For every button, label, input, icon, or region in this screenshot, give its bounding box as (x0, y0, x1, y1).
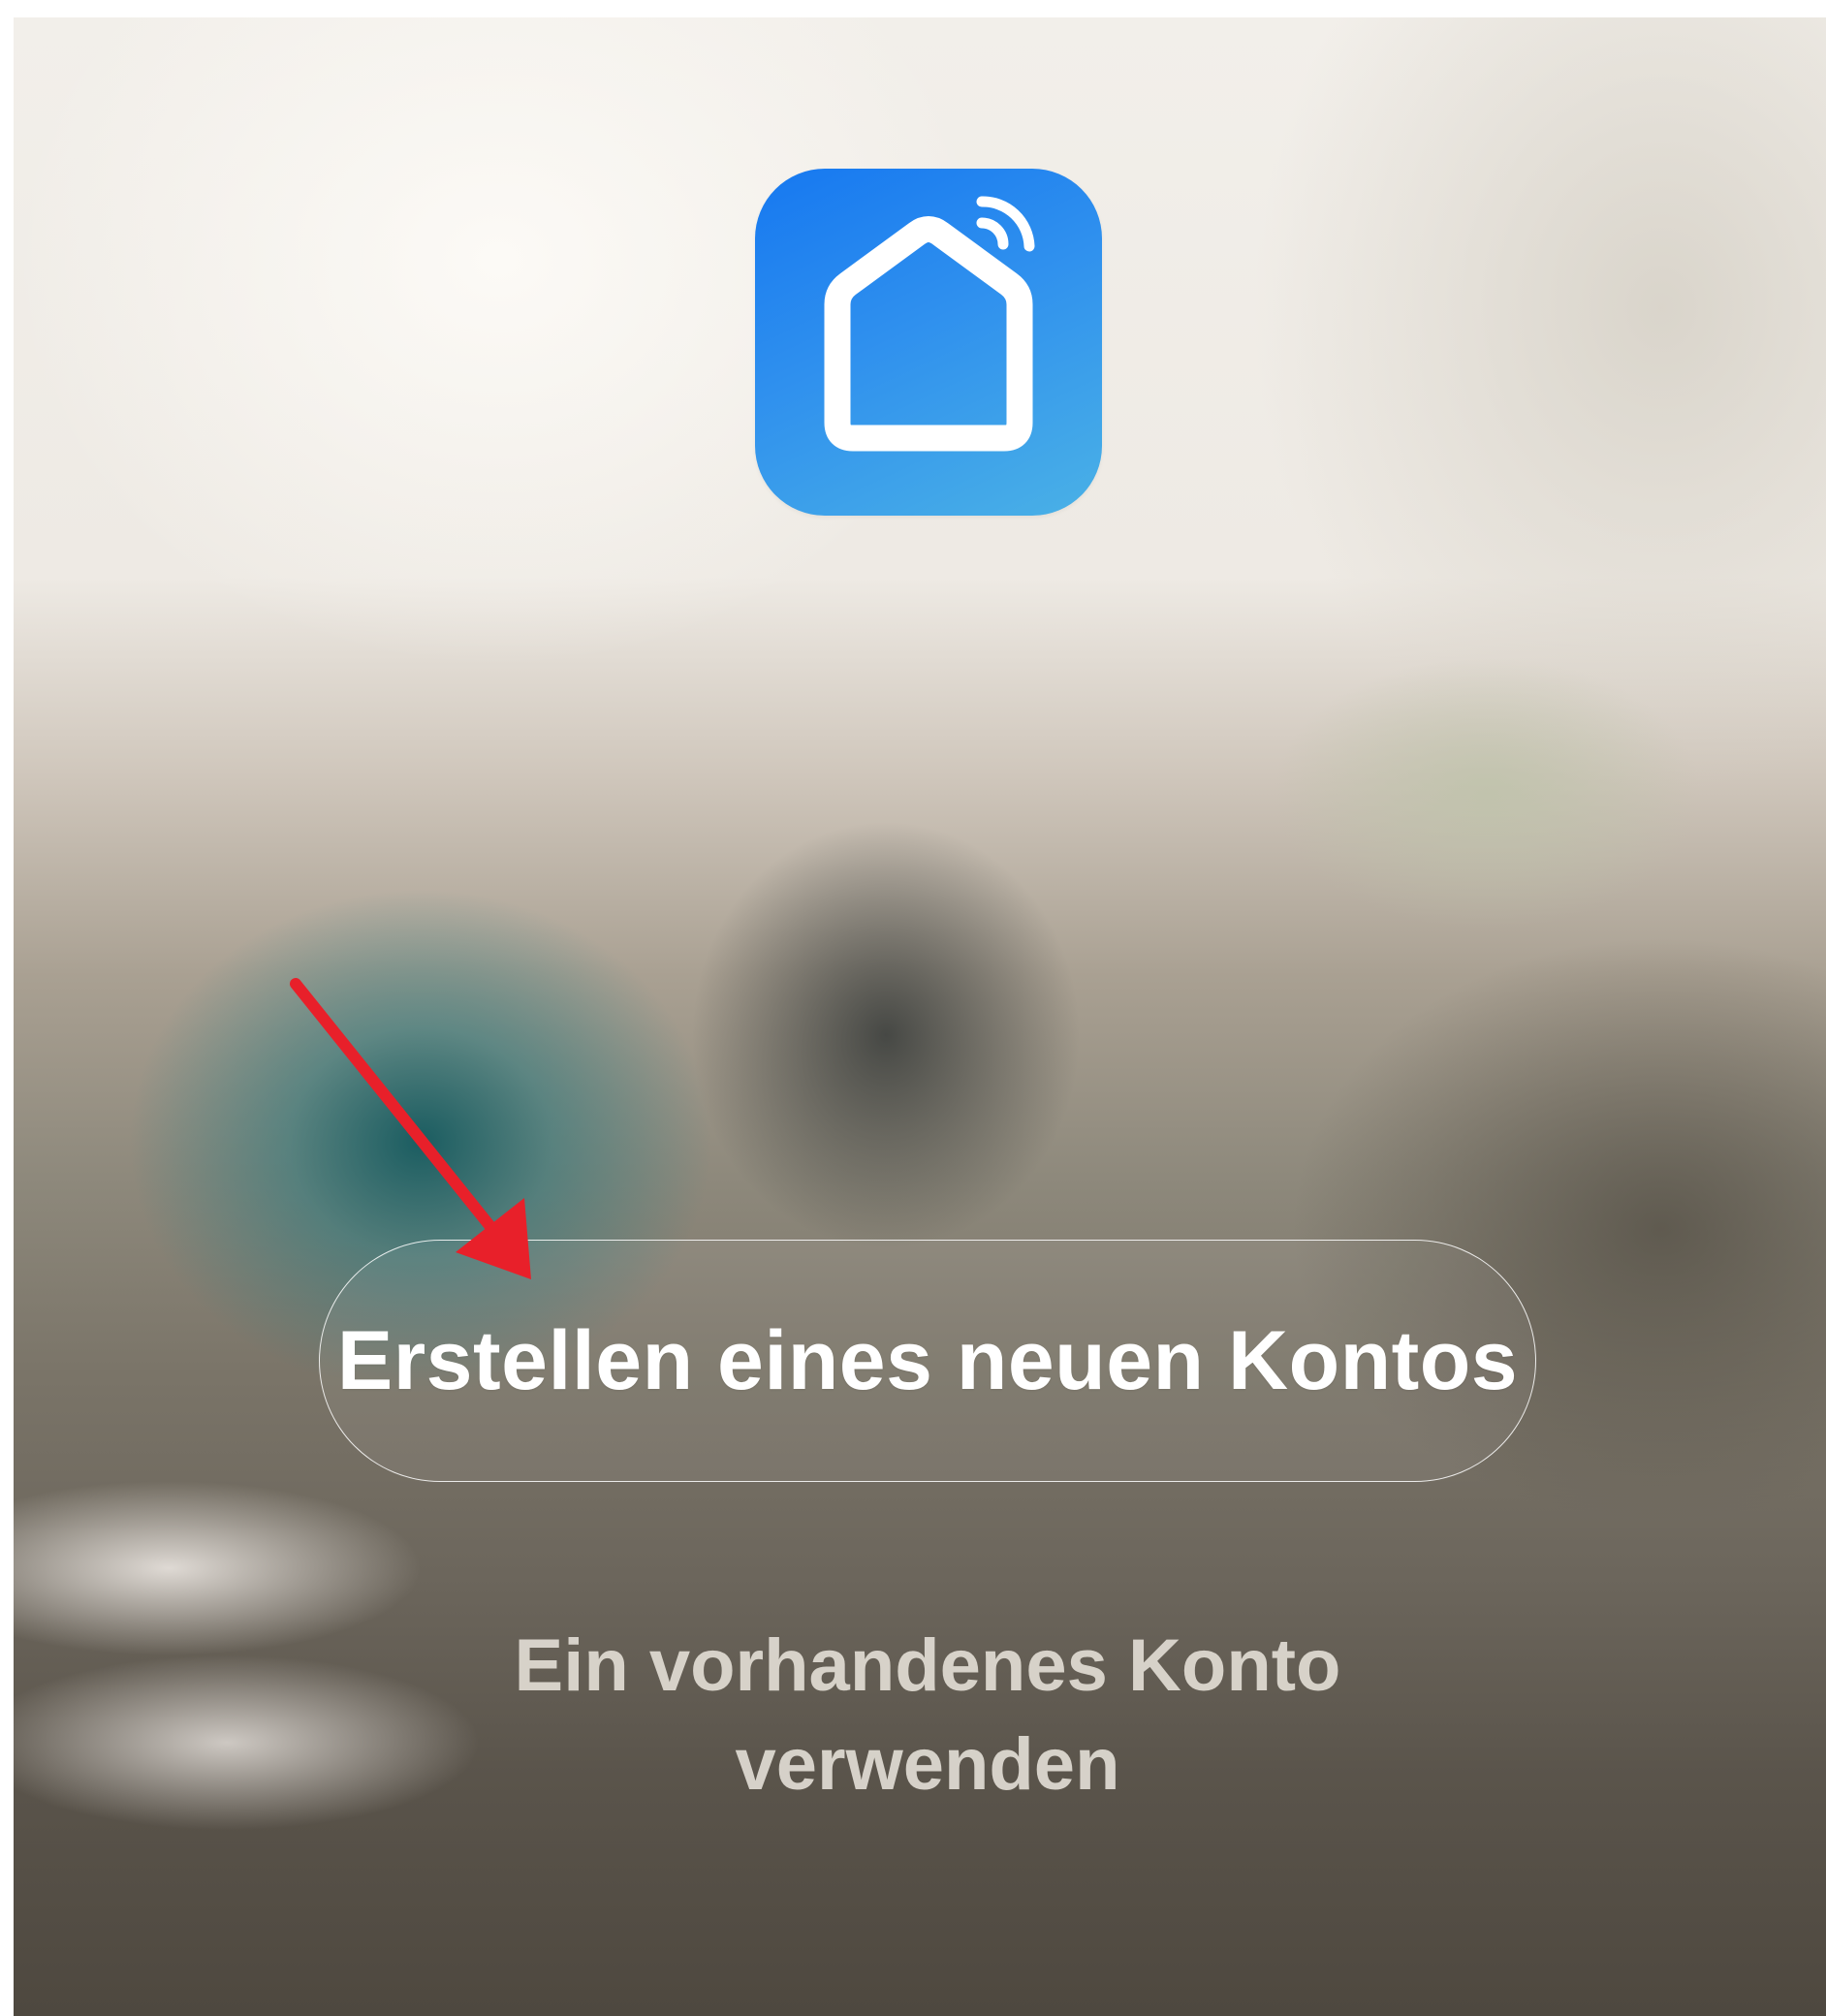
use-existing-line-1: Ein vorhandenes Konto (514, 1624, 1341, 1707)
wifi-signal-icon (976, 217, 1009, 250)
use-existing-account-link[interactable]: Ein vorhandenes Konto verwenden (416, 1617, 1439, 1814)
app-screen: Erstellen eines neuen Kontos Ein vorhand… (14, 17, 1826, 2016)
use-existing-line-2: verwenden (735, 1723, 1120, 1806)
create-account-button[interactable]: Erstellen eines neuen Kontos (319, 1240, 1536, 1482)
create-account-label: Erstellen eines neuen Kontos (336, 1313, 1519, 1407)
app-logo (755, 169, 1102, 516)
smart-home-icon (824, 196, 1035, 452)
